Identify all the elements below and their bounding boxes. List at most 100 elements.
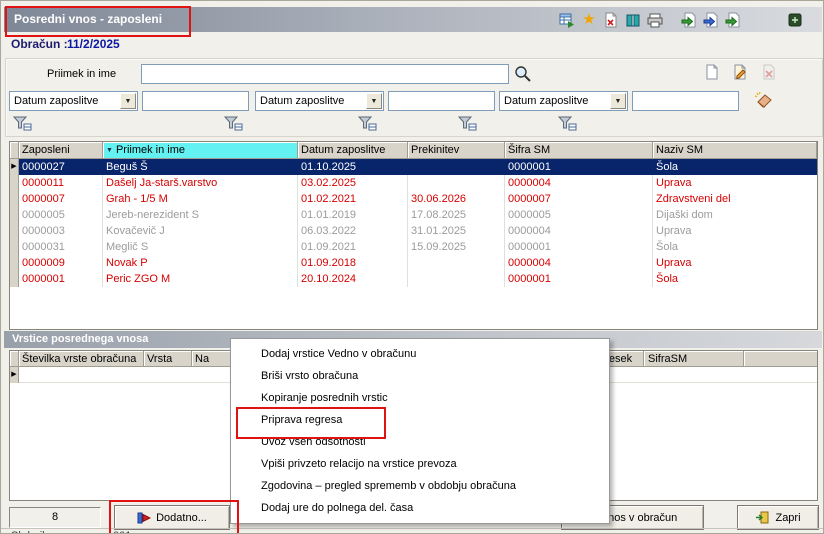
- grid-header-prekinitev[interactable]: Prekinitev: [408, 142, 505, 159]
- table-row[interactable]: 0000011 Dašelj Ja-starš.varstvo 03.02.20…: [10, 175, 817, 191]
- grid-header-datum[interactable]: Datum zaposlitve: [298, 142, 408, 159]
- table-row[interactable]: 0000031 Meglič S 01.09.2021 15.09.2025 0…: [10, 239, 817, 255]
- tools-icon[interactable]: [787, 12, 803, 28]
- filter-funnel-icon[interactable]: [458, 116, 477, 131]
- cell-naziv-sm: Zdravstveni del: [656, 193, 731, 205]
- cell-prekinitev: [408, 159, 505, 175]
- filter-combo-1[interactable]: Datum zaposlitve ▼: [9, 91, 138, 111]
- cell-datum: 03.02.2025: [298, 175, 408, 191]
- cell-datum: 01.09.2021: [298, 239, 408, 255]
- filter-value-3[interactable]: [632, 91, 739, 111]
- table-row[interactable]: 0000003 Kovačevič J 06.03.2022 31.01.202…: [10, 223, 817, 239]
- table-export-icon[interactable]: [559, 12, 575, 28]
- dodatno-button[interactable]: Dodatno...: [114, 505, 230, 530]
- grid-header-marker: [10, 142, 19, 159]
- filter-combo-2[interactable]: Datum zaposlitve ▼: [255, 91, 384, 111]
- menu-item-dodaj-ure[interactable]: Dodaj ure do polnega del. časa: [231, 497, 609, 519]
- window-title: Posredni vnos - zaposleni: [14, 12, 163, 26]
- clear-filters-icon[interactable]: [754, 91, 774, 108]
- catalog-book-icon[interactable]: [625, 12, 641, 28]
- cell-zaposleni: 0000011: [19, 175, 103, 191]
- current-row-icon: ▶: [11, 371, 17, 378]
- print-icon[interactable]: [647, 12, 663, 28]
- grid-header-zaposleni[interactable]: Zaposleni: [19, 142, 103, 159]
- dodatno-icon: [137, 511, 152, 525]
- row-marker: [10, 175, 19, 191]
- cell-prekinitev: [408, 255, 505, 271]
- statusbar-divider: [1, 528, 823, 529]
- cell-sifra-sm: 0000004: [505, 223, 653, 239]
- favorites-star-icon[interactable]: ★: [581, 12, 597, 28]
- cell-naziv-sm: Šola: [656, 273, 679, 285]
- menu-item-uvoz-odsotnosti[interactable]: Uvoz vseh odsotnosti: [231, 431, 609, 453]
- cell-datum: 01.01.2019: [298, 207, 408, 223]
- cell-datum: 01.09.2018: [298, 255, 408, 271]
- cell-sifra-sm: 0000005: [505, 207, 653, 223]
- menu-item-privzeta-relacija[interactable]: Vpiši privzeto relacijo na vrstice prevo…: [231, 453, 609, 475]
- filter-combo-3-value: Datum zaposlitve: [504, 95, 589, 107]
- cell-datum: 01.10.2025: [298, 159, 408, 175]
- search-icon[interactable]: [514, 65, 532, 83]
- grid2-header-sifrasm[interactable]: SifraSM: [644, 351, 744, 367]
- cell-zaposleni: 0000001: [19, 271, 103, 287]
- filter-funnel-icon[interactable]: [13, 116, 32, 131]
- cell-zaposleni: 0000003: [19, 223, 103, 239]
- filter-combo-3[interactable]: Datum zaposlitve ▼: [499, 91, 628, 111]
- filter-value-1[interactable]: [142, 91, 249, 111]
- row-marker: [10, 255, 19, 271]
- cell-naziv-sm: Uprava: [656, 257, 692, 269]
- menu-item-dodaj-vrstice[interactable]: Dodaj vrstice Vedno v obračunu: [231, 343, 609, 365]
- cell-sifra-sm: 0000007: [505, 191, 653, 207]
- cell-priimek: Jereb-nerezident S: [103, 207, 298, 223]
- zapri-button[interactable]: Zapri: [737, 505, 819, 530]
- cell-zaposleni: 0000031: [19, 239, 103, 255]
- table-row[interactable]: 0000009 Novak P 01.09.2018 0000004 Uprav…: [10, 255, 817, 271]
- document-remove-icon[interactable]: [603, 12, 619, 28]
- cell-zaposleni: 0000027: [19, 159, 103, 175]
- filter-funnel-icon[interactable]: [558, 116, 577, 131]
- cell-zaposleni: 0000007: [19, 191, 103, 207]
- grid-header-priimek[interactable]: ▼ Priimek in ime: [103, 142, 298, 159]
- menu-item-priprava-regresa[interactable]: Priprava regresa: [231, 409, 609, 431]
- filter-funnel-icon[interactable]: [224, 116, 243, 131]
- menu-item-zgodovina[interactable]: Zgodovina – pregled sprememb v obdobju o…: [231, 475, 609, 497]
- edit-record-icon[interactable]: [732, 64, 748, 80]
- table-row[interactable]: 0000007 Grah - 1/5 M 01.02.2021 30.06.20…: [10, 191, 817, 207]
- export-grid-icon[interactable]: [681, 12, 697, 28]
- table-row[interactable]: 0000001 Peric ZGO M 20.10.2024 0000001 Š…: [10, 271, 817, 287]
- cell-prekinitev: [408, 175, 505, 191]
- cell-priimek: Grah - 1/5 M: [103, 191, 298, 207]
- filter-funnel-icon[interactable]: [358, 116, 377, 131]
- statusbar-user: Skrbnik: [11, 530, 48, 533]
- row-marker: [10, 239, 19, 255]
- filter-value-2[interactable]: [388, 91, 495, 111]
- chevron-down-icon: ▼: [366, 93, 382, 109]
- cell-datum: 20.10.2024: [298, 271, 408, 287]
- cell-sifra-sm: 0000001: [505, 159, 653, 175]
- row-marker: [10, 191, 19, 207]
- grid-header-naziv-sm[interactable]: Naziv SM: [653, 142, 817, 159]
- search-label: Priimek in ime: [47, 68, 117, 80]
- grid2-header-vrsta[interactable]: Vrsta: [144, 351, 192, 367]
- row-marker: [10, 223, 19, 239]
- export-analysis-icon[interactable]: [703, 12, 719, 28]
- filter-combo-1-value: Datum zaposlitve: [14, 95, 99, 107]
- menu-item-kopiranje[interactable]: Kopiranje posrednih vrstic: [231, 387, 609, 409]
- grid2-header-stevilka[interactable]: Številka vrste obračuna: [19, 351, 144, 367]
- cell-sifra-sm: 0000004: [505, 255, 653, 271]
- search-input[interactable]: [141, 64, 509, 84]
- cell-zaposleni: 0000005: [19, 207, 103, 223]
- cell-naziv-sm: Uprava: [656, 177, 692, 189]
- table-row[interactable]: ▶ 0000027 Beguš Š 01.10.2025 0000001 Šol…: [10, 159, 817, 175]
- table-row[interactable]: 0000005 Jereb-nerezident S 01.01.2019 17…: [10, 207, 817, 223]
- cell-naziv-sm: Šola: [653, 159, 817, 175]
- menu-item-brisi-vrsto[interactable]: Briši vrsto obračuna: [231, 365, 609, 387]
- context-menu: Dodaj vrstice Vedno v obračunu Briši vrs…: [230, 338, 610, 524]
- insert-record-icon[interactable]: [704, 64, 720, 80]
- export-data-icon[interactable]: [725, 12, 741, 28]
- sort-desc-icon: ▼: [106, 147, 113, 154]
- chevron-down-icon: ▼: [120, 93, 136, 109]
- filter-combo-2-value: Datum zaposlitve: [260, 95, 345, 107]
- grid-header-sifra-sm[interactable]: Šifra SM: [505, 142, 653, 159]
- cell-priimek: Novak P: [103, 255, 298, 271]
